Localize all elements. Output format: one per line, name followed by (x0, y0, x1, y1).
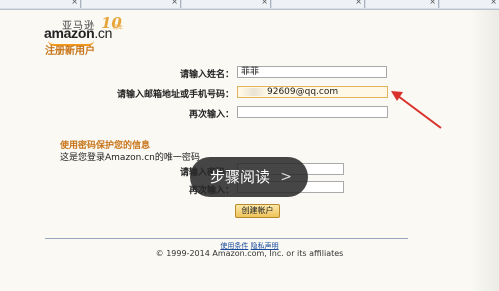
create-account-button[interactable]: 创建帐户 (235, 204, 280, 218)
footer-divider (45, 238, 408, 239)
password-section-subtitle: 这是您登录Amazon.cn的唯一密码 (60, 153, 200, 163)
step-reading-overlay[interactable]: 步骤阅读 > (190, 157, 308, 197)
copyright-text: © 1999-2014 Amazon.com, Inc. or its affi… (155, 249, 344, 258)
chevron-right-icon: > (280, 169, 292, 185)
overlay-label: 步骤阅读 (210, 168, 271, 186)
